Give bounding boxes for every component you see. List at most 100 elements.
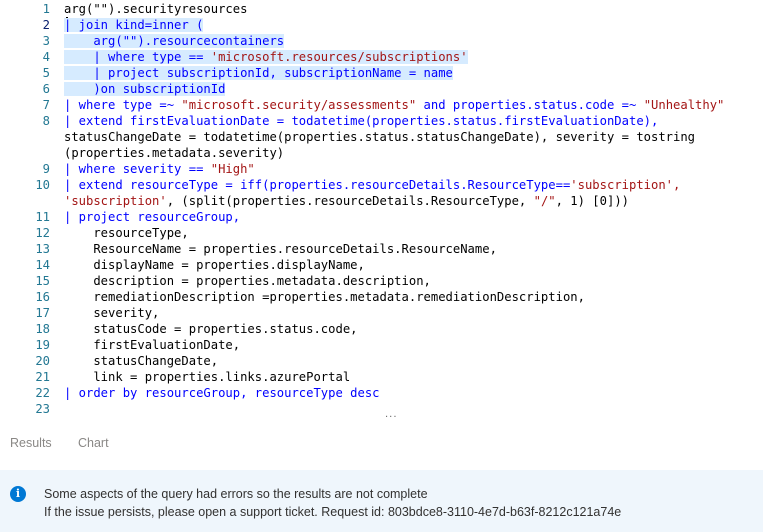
code-token: statusChangeDate, bbox=[64, 354, 219, 368]
editor-line[interactable]: 11 | project resourceGroup, bbox=[0, 209, 763, 225]
line-number: 23 bbox=[35, 402, 50, 416]
code-token: , 1) [0])) bbox=[555, 194, 629, 208]
editor-line[interactable]: 17 severity, bbox=[0, 305, 763, 321]
error-banner: i Some aspects of the query had errors s… bbox=[0, 470, 763, 532]
code-token: , (split(properties.resourceDetails.Reso… bbox=[166, 194, 534, 208]
editor-line[interactable]: 9 | where severity == "High" bbox=[0, 161, 763, 177]
code-token: ResourceName = properties.resourceDetail… bbox=[64, 242, 497, 256]
editor-line[interactable]: 5 | project subscriptionId, subscription… bbox=[0, 65, 763, 81]
query-editor[interactable]: ··· 1 arg("").securityresources 2 | join ki… bbox=[0, 0, 763, 420]
line-number: 10 bbox=[35, 178, 50, 192]
code-token: statusChangeDate = todatetime(properties… bbox=[64, 130, 696, 144]
keyword-token: | join kind=inner ( bbox=[64, 18, 204, 32]
editor-line[interactable]: 19 firstEvaluationDate, bbox=[0, 337, 763, 353]
editor-line[interactable]: 23 bbox=[0, 401, 763, 417]
line-number: 5 bbox=[42, 66, 50, 80]
editor-line[interactable]: 6 )on subscriptionId bbox=[0, 81, 763, 97]
code-text: 'subscription', (split(properties.resour… bbox=[64, 193, 763, 209]
result-tabs: Results Chart bbox=[0, 430, 763, 460]
editor-line[interactable]: 'subscription', (split(properties.resour… bbox=[0, 193, 763, 209]
keyword-token: and properties.status.code =~ bbox=[416, 98, 644, 112]
editor-line[interactable]: (properties.metadata.severity) bbox=[0, 145, 763, 161]
editor-line[interactable]: 3 arg("").resourcecontainers bbox=[0, 33, 763, 49]
editor-line[interactable]: 15 description = properties.metadata.des… bbox=[0, 273, 763, 289]
keyword-token: | extend firstEvaluationDate = todatetim… bbox=[64, 114, 659, 128]
line-number: 4 bbox=[42, 50, 50, 64]
line-number: 3 bbox=[42, 34, 50, 48]
tab-results[interactable]: Results bbox=[10, 436, 52, 450]
code-text: | extend firstEvaluationDate = todatetim… bbox=[64, 113, 763, 129]
tab-chart[interactable]: Chart bbox=[78, 436, 109, 450]
code-text: (properties.metadata.severity) bbox=[64, 145, 763, 161]
editor-line[interactable]: 7 | where type =~ "microsoft.security/ass… bbox=[0, 97, 763, 113]
keyword-token: | project resourceGroup, bbox=[64, 210, 241, 224]
code-text: | order by resourceGroup, resourceType d… bbox=[64, 385, 763, 401]
line-number: 12 bbox=[35, 226, 50, 240]
string-token: 'microsoft.resources/subscriptions' bbox=[210, 50, 468, 64]
line-number: 13 bbox=[35, 242, 50, 256]
code-text: | extend resourceType = iff(properties.r… bbox=[64, 177, 763, 193]
keyword-token: | where type =~ bbox=[64, 98, 182, 112]
info-icon: i bbox=[10, 486, 26, 502]
code-text: displayName = properties.displayName, bbox=[64, 257, 763, 273]
code-text: resourceType, bbox=[64, 225, 763, 241]
editor-line[interactable]: 8 | extend firstEvaluationDate = todateti… bbox=[0, 113, 763, 129]
code-token: link = properties.links.azurePortal bbox=[64, 370, 351, 384]
code-token: firstEvaluationDate, bbox=[64, 338, 241, 352]
editor-line[interactable]: 1 arg("").securityresources bbox=[0, 1, 763, 17]
code-text: | where type =~ "microsoft.security/asse… bbox=[64, 97, 763, 113]
editor-line[interactable]: 10 | extend resourceType = iff(properties… bbox=[0, 177, 763, 193]
editor-line[interactable]: 14 displayName = properties.displayName, bbox=[0, 257, 763, 273]
code-token: statusCode = properties.status.code, bbox=[64, 322, 358, 336]
editor-line[interactable]: 13 ResourceName = properties.resourceDet… bbox=[0, 241, 763, 257]
line-number: 20 bbox=[35, 354, 50, 368]
code-text: | join kind=inner ( bbox=[64, 17, 763, 33]
string-token: 'subscription', bbox=[570, 178, 681, 192]
editor-line[interactable]: 20 statusChangeDate, bbox=[0, 353, 763, 369]
keyword-token: | where severity == bbox=[64, 162, 211, 176]
line-number: 14 bbox=[35, 258, 50, 272]
code-text: | where type == 'microsoft.resources/sub… bbox=[64, 49, 763, 65]
editor-line[interactable]: 4 | where type == 'microsoft.resources/s… bbox=[0, 49, 763, 65]
banner-support-message: If the issue persists, please open a sup… bbox=[44, 505, 622, 519]
code-text: )on subscriptionId bbox=[64, 81, 763, 97]
line-number: 7 bbox=[42, 98, 50, 112]
keyword-token: )on subscriptionId bbox=[64, 82, 226, 96]
code-text: link = properties.links.azurePortal bbox=[64, 369, 763, 385]
line-number: 21 bbox=[35, 370, 50, 384]
code-text: | project subscriptionId, subscriptionNa… bbox=[64, 65, 763, 81]
code-text: firstEvaluationDate, bbox=[64, 337, 763, 353]
line-number: 1 bbox=[42, 2, 50, 16]
line-number: 9 bbox=[42, 162, 50, 176]
string-token: 'subscription' bbox=[64, 194, 167, 208]
line-number: 15 bbox=[35, 274, 50, 288]
line-number: 18 bbox=[35, 322, 50, 336]
editor-line[interactable]: 16 remediationDescription =properties.me… bbox=[0, 289, 763, 305]
string-token: "microsoft.security/assessments" bbox=[181, 98, 417, 112]
editor-line[interactable]: 12 resourceType, bbox=[0, 225, 763, 241]
keyword-token: | project subscriptionId, subscriptionNa… bbox=[64, 66, 453, 80]
code-text: | project resourceGroup, bbox=[64, 209, 763, 225]
code-text: arg("").resourcecontainers bbox=[64, 33, 763, 49]
editor-line[interactable]: 22 | order by resourceGroup, resourceType… bbox=[0, 385, 763, 401]
string-token: "High" bbox=[210, 162, 255, 176]
code-text: | where severity == "High" bbox=[64, 161, 763, 177]
code-text: severity, bbox=[64, 305, 763, 321]
string-token: "Unhealthy" bbox=[643, 98, 725, 112]
line-number: 8 bbox=[42, 114, 50, 128]
editor-line[interactable]: statusChangeDate = todatetime(properties… bbox=[0, 129, 763, 145]
code-token: severity, bbox=[64, 306, 160, 320]
line-number: 19 bbox=[35, 338, 50, 352]
editor-line[interactable]: 21 link = properties.links.azurePortal bbox=[0, 369, 763, 385]
line-number: 17 bbox=[35, 306, 50, 320]
string-token: "/" bbox=[533, 194, 556, 208]
banner-message: Some aspects of the query had errors so … bbox=[44, 487, 428, 501]
code-text: statusCode = properties.status.code, bbox=[64, 321, 763, 337]
editor-line[interactable]: 18 statusCode = properties.status.code, bbox=[0, 321, 763, 337]
keyword-token: arg("").resourcecontainers bbox=[64, 34, 285, 48]
code-text: arg("").securityresources bbox=[64, 1, 763, 17]
code-text: description = properties.metadata.descri… bbox=[64, 273, 763, 289]
editor-line[interactable]: 2 | join kind=inner ( bbox=[0, 17, 763, 33]
code-token: arg("").securityresources bbox=[64, 2, 248, 16]
keyword-token: | where type == bbox=[64, 50, 211, 64]
